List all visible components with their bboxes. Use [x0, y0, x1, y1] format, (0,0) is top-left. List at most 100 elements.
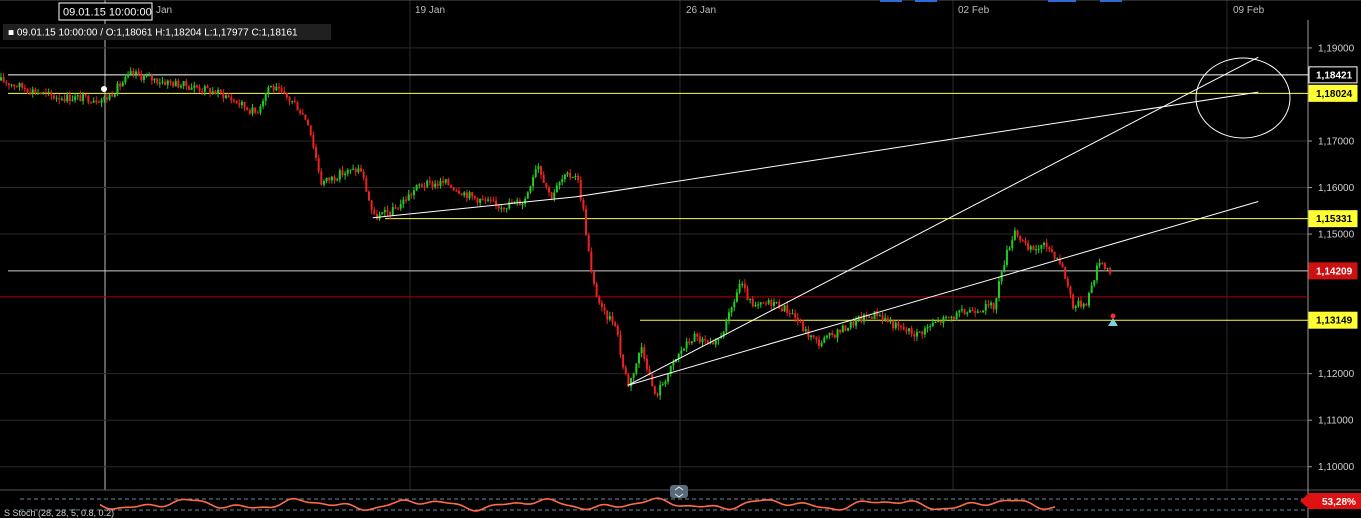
candle-body	[561, 179, 564, 183]
candle-body	[569, 172, 572, 178]
candle-body	[222, 92, 225, 98]
candle-body	[505, 208, 508, 210]
candle-body	[799, 321, 802, 323]
trendlines[interactable]	[372, 56, 1259, 386]
candle-body	[942, 317, 945, 323]
stoch-label: S Stoch (28, 28, 5, 0.8, 0.2)	[4, 508, 114, 518]
candle-body	[791, 313, 794, 315]
candle-body	[542, 174, 545, 183]
trendline[interactable]	[627, 56, 1259, 386]
candle-body	[1088, 292, 1091, 306]
candle-body	[39, 92, 42, 94]
candle-body	[1085, 303, 1088, 306]
candle-body	[463, 192, 466, 196]
candle-body	[288, 97, 291, 102]
cursor-time-box: 09.01.15 10:00:00	[58, 2, 153, 21]
candle-body	[405, 199, 408, 201]
candle-body	[796, 317, 799, 322]
candle-body	[815, 337, 818, 340]
candle-body	[484, 199, 487, 201]
candle-body	[307, 119, 310, 126]
candle-body	[248, 109, 251, 114]
candle-body	[460, 193, 463, 196]
candle-body	[264, 92, 267, 101]
trendline[interactable]	[627, 201, 1259, 386]
candle-body	[479, 198, 482, 203]
level-flag[interactable]: 1,13149	[1308, 311, 1358, 329]
candle-body	[960, 309, 963, 311]
candle-body	[524, 198, 527, 204]
candle-body	[127, 74, 130, 77]
candle-body	[240, 101, 243, 105]
level-flag-label: 1,18421	[1316, 70, 1353, 81]
candle-body	[180, 85, 183, 88]
candle-body	[217, 89, 220, 94]
candle-body	[757, 304, 760, 306]
level-flag[interactable]: 1,18421	[1308, 66, 1358, 84]
candle-body	[783, 305, 786, 312]
level-flag[interactable]: 1,15331	[1308, 210, 1358, 228]
candle-body	[352, 168, 355, 170]
candle-body	[950, 316, 953, 318]
trendline[interactable]	[575, 91, 1259, 198]
candle-body	[765, 303, 768, 305]
candle-body	[309, 125, 312, 136]
candle-body	[391, 207, 394, 216]
price-tick-label: 1,19000	[1318, 43, 1355, 54]
candle-body	[1061, 263, 1064, 268]
candle-body	[304, 114, 307, 120]
horizontal-levels[interactable]: 1,18421 1,18024 1,15331 1,14209 1,13149	[0, 66, 1358, 329]
candle-body	[963, 309, 966, 314]
candle-body	[277, 86, 280, 89]
candle-body	[516, 200, 519, 202]
candle-body	[473, 196, 476, 199]
candle-body	[436, 183, 439, 186]
candle-body	[262, 100, 265, 107]
candle-body	[812, 335, 815, 338]
candle-body	[690, 341, 693, 344]
candle-body	[492, 200, 495, 202]
price-chart[interactable]: Jan 19 Jan 26 Jan 02 Feb 09 Feb 1,19000 1,170…	[0, 0, 1361, 518]
price-tick-label: 1,12000	[1318, 369, 1355, 380]
price-tick-label: 1,17000	[1318, 136, 1355, 147]
candle-body	[2, 77, 5, 83]
candle-body	[831, 332, 834, 335]
candle-body	[804, 329, 807, 332]
candle-body	[354, 168, 357, 173]
candle-body	[643, 347, 646, 359]
panel-resize-handle[interactable]	[670, 485, 688, 498]
candle-body	[566, 172, 569, 175]
candle-body	[129, 71, 132, 75]
level-flag[interactable]: 1,14209	[1308, 262, 1358, 280]
candle-body	[931, 322, 934, 327]
level-flag[interactable]: 1,18024	[1308, 84, 1358, 102]
candle-body	[733, 301, 736, 308]
candle-body	[563, 174, 566, 180]
candle-body	[29, 92, 32, 94]
price-axis: 1,19000 1,17000 1,16000 1,15000 1,12000 1,110…	[1308, 43, 1355, 473]
candle-body	[442, 180, 445, 183]
candle-body	[90, 102, 93, 104]
candle-body	[209, 88, 212, 94]
candle-body	[185, 81, 188, 87]
candle-body	[111, 94, 114, 97]
candle-body	[397, 208, 400, 210]
candle-body	[587, 234, 590, 252]
candle-body	[26, 89, 29, 93]
candle-body	[1101, 262, 1104, 264]
candle-body	[571, 177, 574, 179]
highlight-ellipse[interactable]	[1195, 57, 1291, 139]
candle-body	[727, 312, 730, 320]
candle-body	[698, 336, 701, 343]
level-flag-label: 1,18024	[1316, 89, 1353, 100]
candle-body	[333, 176, 336, 181]
candle-body	[825, 335, 828, 338]
candle-body	[124, 76, 127, 83]
candle-body	[0, 77, 2, 81]
candle-body	[375, 214, 378, 220]
ohlc-text: ■ 09.01.15 10:00:00 / O:1,18061 H:1,1820…	[8, 28, 298, 39]
date-axis-label: 19 Jan	[415, 5, 445, 16]
candle-body	[23, 87, 26, 90]
candle-body	[317, 157, 320, 172]
candle-body	[383, 209, 386, 213]
